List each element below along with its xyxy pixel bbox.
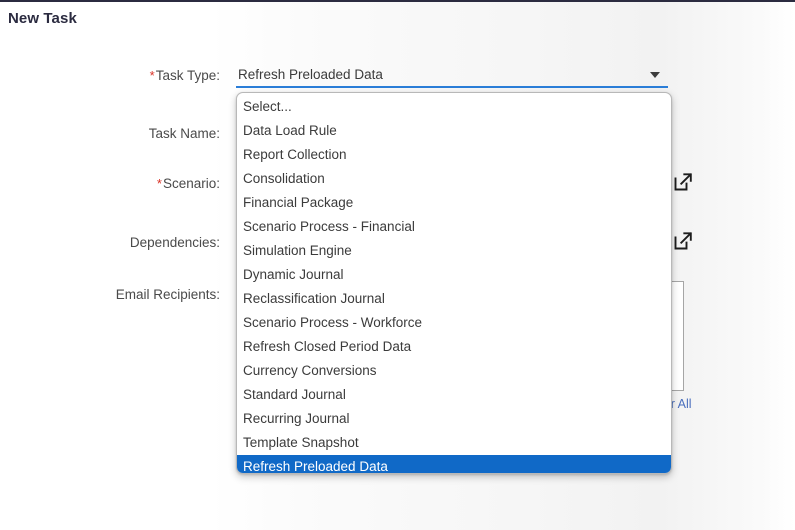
external-link-icon [674,173,692,191]
label-task-name: Task Name: [148,126,220,141]
dependencies-external-link-button[interactable] [672,230,694,252]
dropdown-option[interactable]: Report Collection [237,143,671,167]
dropdown-option[interactable]: Refresh Closed Period Data [237,335,671,359]
dropdown-option[interactable]: Standard Journal [237,383,671,407]
dropdown-option[interactable]: Select... [237,95,671,119]
required-indicator: * [156,176,162,191]
dropdown-option[interactable]: Refresh Preloaded Data [237,455,671,473]
task-type-combobox[interactable]: Refresh Preloaded Data [236,64,668,88]
label-task-type-text: Task Type: [155,68,220,83]
dropdown-option[interactable]: Currency Conversions [237,359,671,383]
dropdown-option[interactable]: Reclassification Journal [237,287,671,311]
form-row-task-type: *Task Type: Refresh Preloaded Data [0,66,795,92]
label-dependencies: Dependencies: [129,235,220,250]
dropdown-option[interactable]: Scenario Process - Workforce [237,311,671,335]
dropdown-option[interactable]: Consolidation [237,167,671,191]
dropdown-option[interactable]: Dynamic Journal [237,263,671,287]
chevron-down-icon[interactable] [650,72,660,78]
scenario-external-link-button[interactable] [672,171,694,193]
required-indicator: * [149,68,155,83]
task-type-dropdown-list[interactable]: Select... Data Load Rule Report Collection… [236,92,672,474]
label-scenario: *Scenario: [0,174,228,194]
page-canvas: New Task *Task Type: Refresh Preloaded D… [0,2,795,530]
external-link-icon [674,232,692,250]
label-email-recipients: Email Recipients: [115,287,220,302]
dropdown-option[interactable]: Simulation Engine [237,239,671,263]
dropdown-option[interactable]: Template Snapshot [237,431,671,455]
dropdown-option[interactable]: Recurring Journal [237,407,671,431]
page-title: New Task [8,10,77,27]
label-task-type: *Task Type: [0,66,228,86]
task-type-selected-value: Refresh Preloaded Data [238,67,383,82]
dropdown-option[interactable]: Data Load Rule [237,119,671,143]
dropdown-option[interactable]: Financial Package [237,191,671,215]
dropdown-option[interactable]: Scenario Process - Financial [237,215,671,239]
label-scenario-text: Scenario: [162,176,220,191]
